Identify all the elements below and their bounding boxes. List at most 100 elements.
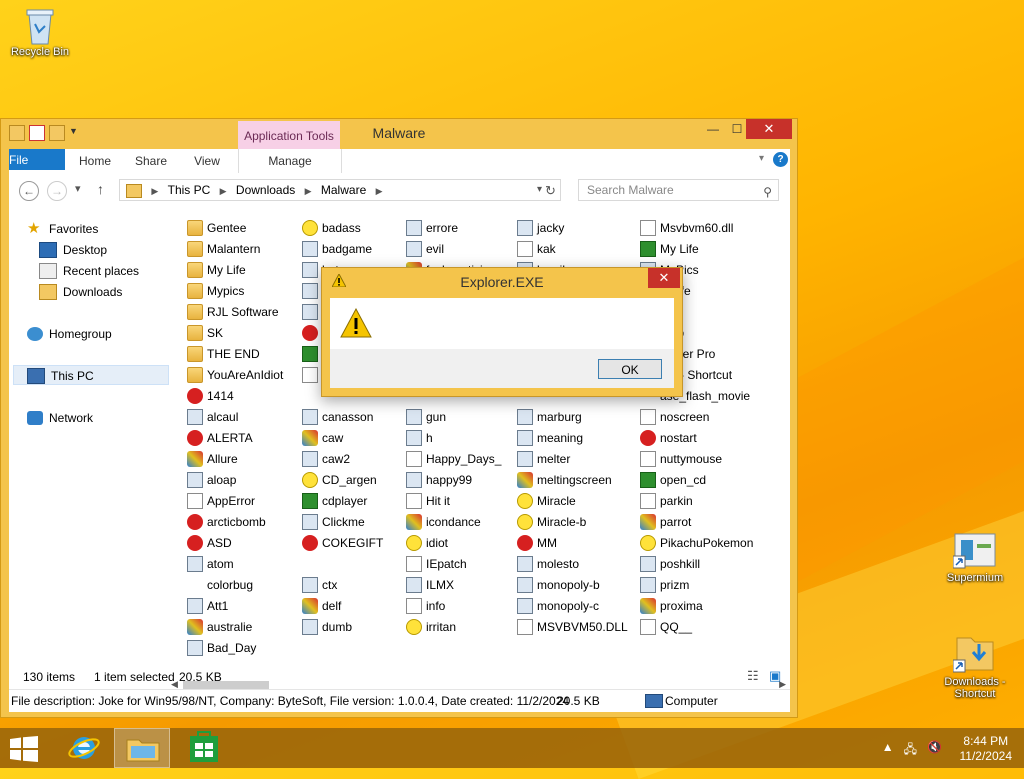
file-item[interactable]: Happy_Days_ <box>406 448 501 469</box>
file-item[interactable]: aloap <box>187 469 236 490</box>
file-item[interactable]: SK <box>187 322 223 343</box>
file-item[interactable]: info <box>406 595 445 616</box>
file-item[interactable] <box>302 637 322 658</box>
nav-recent-places[interactable]: Recent places <box>39 261 139 281</box>
file-item[interactable]: badass <box>302 217 361 238</box>
file-item[interactable]: ILMX <box>406 574 454 595</box>
breadcrumb-malware[interactable]: Malware <box>321 180 366 200</box>
start-button[interactable] <box>10 736 38 762</box>
file-item[interactable]: dumb <box>302 616 352 637</box>
file-item[interactable]: melter <box>517 448 570 469</box>
file-item[interactable]: PikachuPokemon <box>640 532 753 553</box>
file-item[interactable]: evil <box>406 238 444 259</box>
file-item[interactable]: My Life <box>640 238 699 259</box>
tab-home[interactable]: Home <box>73 149 117 173</box>
file-item[interactable]: idiot <box>406 532 448 553</box>
clock[interactable]: 8:44 PM 11/2/2024 <box>960 734 1013 764</box>
file-item[interactable]: AppError <box>187 490 255 511</box>
properties-icon[interactable] <box>29 125 45 141</box>
file-item[interactable]: Miracle-b <box>517 511 586 532</box>
taskbar-internet-explorer[interactable] <box>56 728 112 768</box>
file-item[interactable]: icondance <box>406 511 481 532</box>
network-status-icon[interactable]: 🖧 <box>904 740 917 761</box>
file-item[interactable]: australie <box>187 616 252 637</box>
file-item[interactable]: noscreen <box>640 406 709 427</box>
file-item[interactable]: jacky <box>517 217 564 238</box>
file-item[interactable]: proxima <box>640 595 703 616</box>
breadcrumb-separator-icon[interactable]: ▶ <box>305 181 312 201</box>
file-item[interactable]: IEpatch <box>406 553 467 574</box>
help-icon[interactable]: ? <box>773 152 788 167</box>
recent-locations-icon[interactable]: ▾ <box>75 182 81 195</box>
file-item[interactable]: Clickme <box>302 511 365 532</box>
file-item[interactable] <box>302 364 322 385</box>
file-item[interactable]: poshkill <box>640 553 700 574</box>
nav-downloads[interactable]: Downloads <box>39 282 122 302</box>
file-item[interactable]: Msvbvm60.dll <box>640 217 733 238</box>
file-item[interactable]: ALERTA <box>187 427 253 448</box>
tab-manage[interactable]: Manage <box>238 149 342 173</box>
tab-file[interactable]: File <box>9 149 65 170</box>
file-item[interactable]: Gentee <box>187 217 246 238</box>
file-item[interactable]: Mypics <box>187 280 244 301</box>
file-item[interactable]: Att1 <box>187 595 228 616</box>
search-input[interactable]: Search Malware ⚲ <box>578 179 779 201</box>
folder-icon[interactable] <box>9 125 25 141</box>
close-button[interactable]: ✕ <box>746 119 792 139</box>
breadcrumb-separator-icon[interactable]: ▶ <box>151 181 158 201</box>
file-item[interactable]: errore <box>406 217 458 238</box>
taskbar-store[interactable] <box>176 728 232 768</box>
file-item[interactable]: nostart <box>640 427 697 448</box>
ok-button[interactable]: OK <box>598 359 662 379</box>
file-item[interactable]: Miracle <box>517 490 576 511</box>
file-item[interactable] <box>517 637 537 658</box>
file-item[interactable]: parrot <box>640 511 691 532</box>
file-item[interactable] <box>640 637 660 658</box>
file-item[interactable]: molesto <box>517 553 579 574</box>
file-item[interactable]: gun <box>406 406 446 427</box>
new-folder-icon[interactable] <box>49 125 65 141</box>
address-dropdown-icon[interactable]: ▾ <box>537 180 542 200</box>
up-button[interactable]: ↑ <box>97 181 104 197</box>
desktop-icon-supermium[interactable]: Supermium <box>935 530 1015 584</box>
file-item[interactable]: Bad_Day <box>187 637 256 658</box>
file-item[interactable]: h <box>406 427 433 448</box>
nav-homegroup[interactable]: Homegroup <box>27 324 112 344</box>
ribbon-expand-icon[interactable]: ▾ <box>759 153 764 164</box>
file-item[interactable] <box>302 322 322 343</box>
address-field[interactable]: ▶ This PC ▶ Downloads ▶ Malware ▶ ▾ <box>119 179 561 201</box>
tab-share[interactable]: Share <box>129 149 173 173</box>
show-hidden-icons-icon[interactable]: ▲ <box>882 740 894 761</box>
file-item[interactable]: Allure <box>187 448 238 469</box>
file-item[interactable]: nuttymouse <box>640 448 722 469</box>
file-item[interactable]: marburg <box>517 406 582 427</box>
file-item[interactable]: canasson <box>302 406 373 427</box>
file-item[interactable]: Malantern <box>187 238 260 259</box>
file-item[interactable]: happy99 <box>406 469 472 490</box>
file-item[interactable]: delf <box>302 595 341 616</box>
file-item[interactable]: prizm <box>640 574 689 595</box>
file-item[interactable]: RJL Software <box>187 301 279 322</box>
nav-desktop[interactable]: Desktop <box>39 240 107 260</box>
file-item[interactable] <box>302 280 322 301</box>
file-item[interactable] <box>406 637 426 658</box>
back-button[interactable]: ← <box>19 181 39 201</box>
file-item[interactable]: My Life <box>187 259 246 280</box>
desktop-icon-recycle-bin[interactable]: Recycle Bin <box>0 6 80 58</box>
file-item[interactable]: ctx <box>302 574 337 595</box>
file-item[interactable]: THE END <box>187 343 260 364</box>
file-item[interactable]: CD_argen <box>302 469 377 490</box>
file-item[interactable]: Hit it <box>406 490 450 511</box>
dialog-close-button[interactable]: ✕ <box>648 268 680 288</box>
file-item[interactable]: irritan <box>406 616 456 637</box>
file-item[interactable]: YouAreAnIdiot <box>187 364 283 385</box>
volume-muted-icon[interactable]: 🔇 <box>927 740 942 761</box>
file-item[interactable]: monopoly-c <box>517 595 599 616</box>
file-item[interactable]: arcticbomb <box>187 511 266 532</box>
breadcrumb-this-pc[interactable]: This PC <box>168 180 211 200</box>
file-item[interactable]: kak <box>517 238 556 259</box>
file-item[interactable]: MSVBVM50.DLL <box>517 616 628 637</box>
forward-button[interactable]: → <box>47 181 67 201</box>
file-item[interactable]: meltingscreen <box>517 469 612 490</box>
breadcrumb-separator-icon[interactable]: ▶ <box>220 181 227 201</box>
